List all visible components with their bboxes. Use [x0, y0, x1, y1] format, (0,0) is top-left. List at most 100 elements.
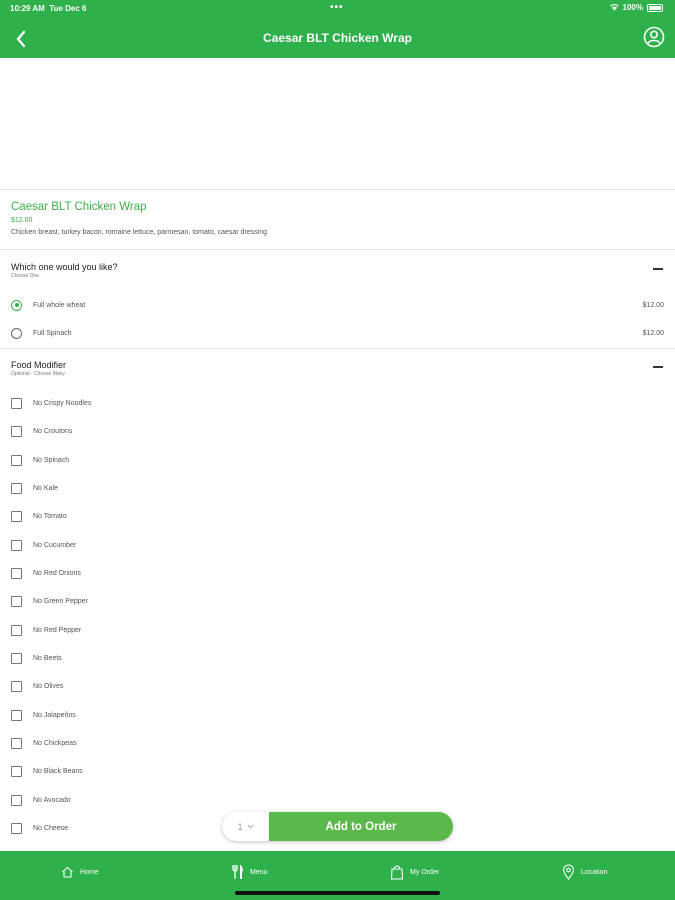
user-circle-icon	[643, 26, 665, 48]
battery-percent: 100%	[622, 3, 643, 12]
modifier-option[interactable]: No Red Onions	[0, 559, 675, 587]
choice-section-title: Which one would you like?	[11, 262, 118, 272]
modifier-option[interactable]: No Green Pepper	[0, 587, 675, 615]
status-clock: 10:29 AM	[10, 4, 45, 13]
modifier-section-subtitle: Optional - Choose Many	[11, 371, 65, 377]
checkbox[interactable]	[11, 765, 22, 777]
order-bar: 1 Add to Order	[222, 812, 453, 841]
home-indicator[interactable]	[235, 891, 440, 895]
modifier-option[interactable]: No Jalapeños	[0, 701, 675, 729]
checkbox[interactable]	[11, 680, 22, 692]
checkbox[interactable]	[11, 822, 22, 834]
checkbox[interactable]	[11, 737, 22, 749]
checkbox[interactable]	[11, 454, 22, 466]
quantity-select[interactable]: 1	[222, 812, 269, 841]
option-label: No Olives	[33, 682, 64, 690]
modifier-option[interactable]: No Avocado	[0, 786, 675, 814]
option-label: No Beets	[33, 654, 62, 662]
choice-section-header[interactable]: Which one would you like? Choose One	[0, 262, 675, 279]
multitask-dots-icon[interactable]: •••	[330, 2, 344, 13]
option-price: $12.00	[642, 329, 664, 337]
modifier-option[interactable]: No Beets	[0, 644, 675, 672]
nav-row: Caesar BLT Chicken Wrap	[0, 20, 675, 58]
tab-location[interactable]: Location	[562, 863, 607, 881]
status-time: 10:29 AM Tue Dec 6	[10, 4, 86, 13]
option-label: No Cheese	[33, 824, 69, 832]
home-icon	[62, 866, 73, 878]
section-divider	[0, 348, 675, 349]
tab-menu[interactable]: Menu	[231, 863, 268, 881]
modifier-option[interactable]: No Crispy Noodles	[0, 389, 675, 417]
modifier-option[interactable]: No Chickpeas	[0, 729, 675, 757]
checkbox[interactable]	[11, 595, 22, 607]
option-label: No Avocado	[33, 796, 71, 804]
modifier-section-header[interactable]: Food Modifier Optional - Choose Many	[0, 360, 675, 377]
status-bar: 10:29 AM Tue Dec 6 ••• 100%	[0, 0, 675, 16]
checkbox[interactable]	[11, 397, 22, 409]
modifier-option[interactable]: No Kale	[0, 474, 675, 502]
option-label: No Jalapeños	[33, 711, 76, 719]
option-label: No Spinach	[33, 456, 70, 464]
option-label: No Green Pepper	[33, 597, 88, 605]
fork-knife-icon	[232, 865, 243, 879]
quantity-value: 1	[237, 821, 243, 832]
tab-label: Home	[80, 868, 99, 876]
add-to-order-button[interactable]: Add to Order	[269, 812, 453, 841]
tab-label: Menu	[250, 868, 268, 876]
tab-my-order[interactable]: My Order	[390, 863, 439, 881]
top-bar: 10:29 AM Tue Dec 6 ••• 100% Caesar BLT C…	[0, 0, 675, 58]
profile-button[interactable]	[643, 26, 665, 48]
status-right: 100%	[609, 3, 663, 12]
option-label: No Crispy Noodles	[33, 399, 92, 407]
option-label: No Red Pepper	[33, 626, 82, 634]
option-label: No Croutons	[33, 427, 73, 435]
modifier-section-title: Food Modifier	[11, 360, 67, 370]
checkbox[interactable]	[11, 624, 22, 636]
battery-icon	[647, 3, 663, 12]
radio-button[interactable]	[11, 327, 22, 339]
location-pin-icon	[562, 864, 575, 880]
radio-button[interactable]	[11, 299, 22, 311]
modifier-option[interactable]: No Croutons	[0, 417, 675, 445]
collapse-icon[interactable]	[653, 268, 663, 270]
checkbox[interactable]	[11, 482, 22, 494]
chevron-down-icon	[247, 824, 253, 829]
checkbox[interactable]	[11, 425, 22, 437]
page-title: Caesar BLT Chicken Wrap	[263, 31, 412, 45]
checkbox[interactable]	[11, 794, 22, 806]
bag-icon	[390, 865, 404, 880]
option-label: No Black Beans	[33, 767, 83, 775]
checkbox[interactable]	[11, 567, 22, 579]
option-price: $12.00	[642, 301, 664, 309]
modifier-option[interactable]: No Cucumber	[0, 531, 675, 559]
status-date: Tue Dec 6	[49, 4, 87, 13]
option-label: No Kale	[33, 484, 58, 492]
checkbox[interactable]	[11, 652, 22, 664]
modifier-option[interactable]: No Tomato	[0, 502, 675, 530]
modifier-option[interactable]: No Olives	[0, 672, 675, 700]
choice-option[interactable]: Full Spinach $12.00	[0, 319, 675, 347]
tab-label: Location	[581, 868, 608, 876]
choice-section-subtitle: Choose One	[11, 273, 40, 279]
option-label: No Cucumber	[33, 541, 77, 549]
item-description: Chicken breast, turkey bacon, romaine le…	[11, 229, 268, 236]
checkbox[interactable]	[11, 539, 22, 551]
checkbox[interactable]	[11, 709, 22, 721]
wifi-icon	[609, 4, 619, 11]
option-label: Full whole wheat	[33, 301, 86, 309]
option-label: Full Spinach	[33, 329, 72, 337]
modifier-option[interactable]: No Red Pepper	[0, 616, 675, 644]
option-label: No Tomato	[33, 512, 67, 520]
tab-label: My Order	[410, 868, 440, 876]
option-label: No Red Onions	[33, 569, 81, 577]
tab-home[interactable]: Home	[61, 863, 99, 881]
modifier-option[interactable]: No Spinach	[0, 446, 675, 474]
item-price: $12.00	[11, 217, 33, 224]
modifier-option[interactable]: No Black Beans	[0, 757, 675, 785]
item-info: Caesar BLT Chicken Wrap $12.00 Chicken b…	[0, 191, 675, 250]
collapse-icon[interactable]	[653, 366, 663, 368]
checkbox[interactable]	[11, 510, 22, 522]
item-name: Caesar BLT Chicken Wrap	[11, 201, 147, 213]
choice-option[interactable]: Full whole wheat $12.00	[0, 291, 675, 319]
item-image-area	[0, 58, 675, 190]
